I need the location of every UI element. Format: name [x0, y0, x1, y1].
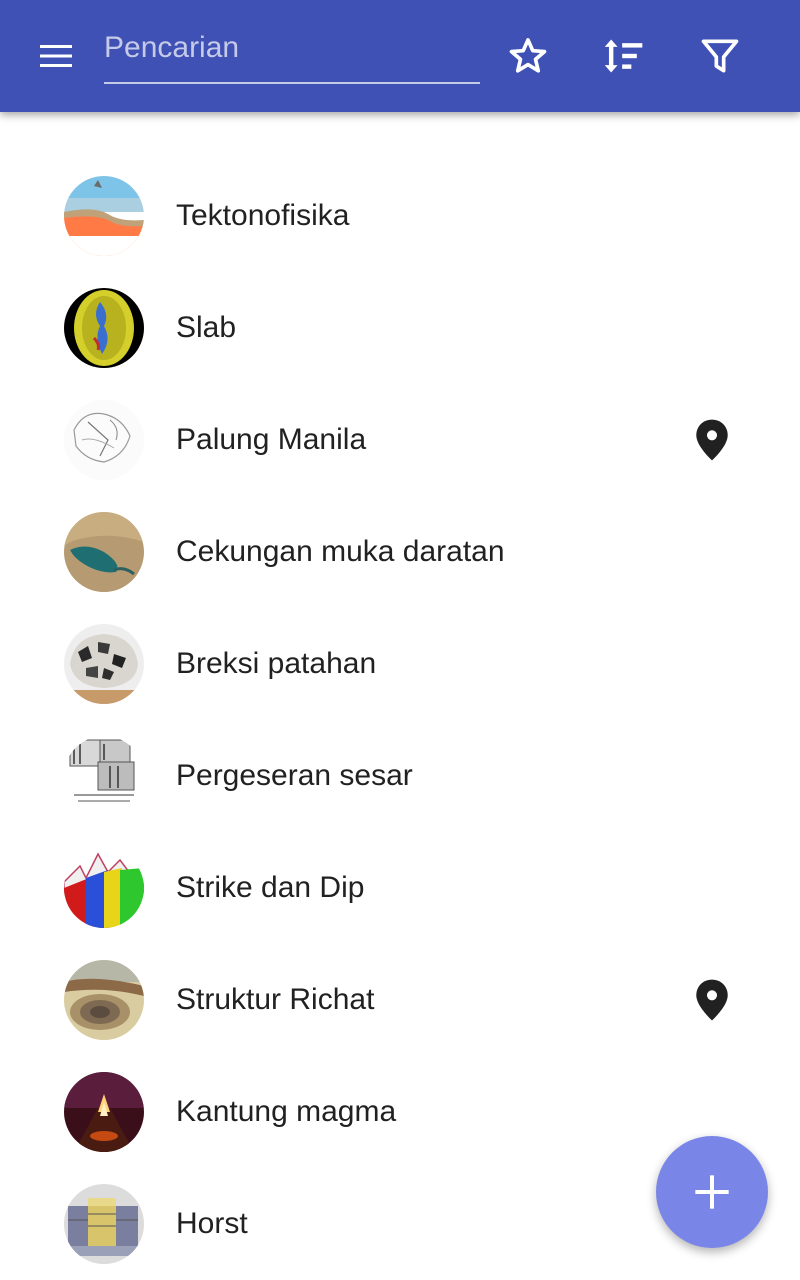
item-label: Breksi patahan — [176, 647, 377, 680]
thumbnail-image — [64, 512, 144, 592]
map-marker-icon — [696, 419, 728, 461]
thumbnail-image — [64, 1184, 144, 1264]
item-label: Horst — [176, 1207, 248, 1240]
location-button[interactable] — [692, 418, 732, 462]
list-item[interactable]: Palung Manila — [0, 384, 800, 496]
term-list: Tektonofisika Slab Palung Manila Cekunga… — [0, 160, 800, 1280]
map-marker-icon — [696, 979, 728, 1021]
thumbnail-image — [64, 736, 144, 816]
thumbnail-image — [64, 400, 144, 480]
list-item[interactable]: Cekungan muka daratan — [0, 496, 800, 608]
star-outline-icon — [509, 38, 547, 73]
filter-button[interactable] — [692, 28, 748, 84]
sort-icon — [604, 39, 643, 73]
menu-icon — [40, 45, 72, 67]
filter-icon — [701, 39, 739, 73]
thumbnail-image — [64, 848, 144, 928]
thumbnail-image — [64, 960, 144, 1040]
item-label: Tektonofisika — [176, 199, 350, 232]
item-label: Cekungan muka daratan — [176, 535, 505, 568]
thumbnail-image — [64, 288, 144, 368]
plus-icon — [695, 1175, 729, 1209]
item-label: Pergeseran sesar — [176, 759, 413, 792]
list-item[interactable]: Pergeseran sesar — [0, 720, 800, 832]
app-bar — [0, 0, 800, 112]
thumbnail-image — [64, 624, 144, 704]
search-field — [104, 24, 480, 84]
item-label: Palung Manila — [176, 423, 367, 456]
list-item[interactable]: Strike dan Dip — [0, 832, 800, 944]
item-label: Slab — [176, 311, 237, 344]
menu-button[interactable] — [28, 28, 84, 84]
thumbnail-image — [64, 1072, 144, 1152]
item-label: Strike dan Dip — [176, 871, 365, 904]
add-button[interactable] — [656, 1136, 768, 1248]
list-item[interactable]: Struktur Richat — [0, 944, 800, 1056]
search-input[interactable] — [104, 24, 480, 72]
item-label: Kantung magma — [176, 1095, 397, 1128]
thumbnail-image — [64, 176, 144, 256]
item-label: Struktur Richat — [176, 983, 375, 1016]
favorites-button[interactable] — [500, 28, 556, 84]
list-item[interactable]: Slab — [0, 272, 800, 384]
sort-button[interactable] — [596, 28, 652, 84]
location-button[interactable] — [692, 978, 732, 1022]
list-item[interactable]: Tektonofisika — [0, 160, 800, 272]
list-item[interactable]: Breksi patahan — [0, 608, 800, 720]
